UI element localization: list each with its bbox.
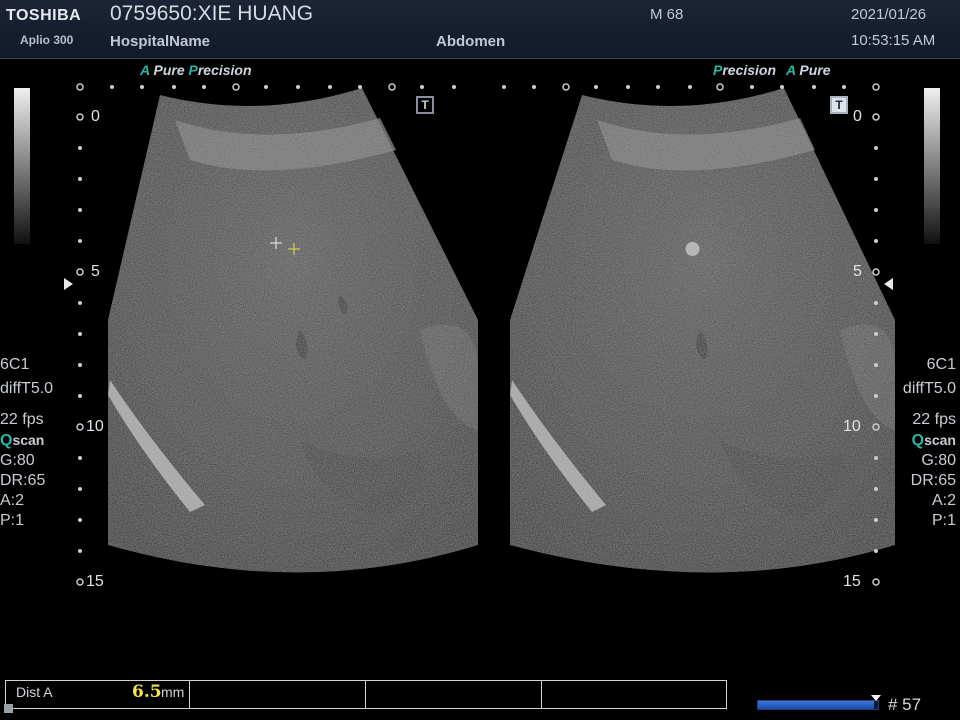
dynamic-range-value: DR:65 [910, 472, 956, 489]
right-depth-5: 5 [853, 263, 862, 280]
measurement-cell-empty [190, 681, 366, 708]
left-depth-15: 15 [86, 573, 104, 590]
right-depth-15: 15 [843, 573, 861, 590]
imaging-mode: diffT5.0 [0, 380, 54, 397]
right-depth-0: 0 [853, 108, 862, 125]
frame-rate: 22 fps [912, 411, 956, 428]
frame-number: # 57 [888, 695, 922, 714]
right-orientation-marker[interactable]: T [830, 96, 848, 114]
cine-position-marker-icon[interactable] [871, 695, 881, 701]
left-orientation-marker[interactable]: T [416, 96, 434, 114]
measurement-cell-empty [366, 681, 542, 708]
ultrasound-image-area [76, 83, 895, 586]
right-ultrasound-frame [510, 88, 895, 573]
measurement-cell-empty [542, 681, 726, 708]
cine-progress-bar[interactable] [757, 700, 879, 710]
right-grayscale-bar [924, 88, 940, 244]
measurement-unit: mm [161, 684, 185, 700]
measurement-label: Dist A [16, 684, 53, 700]
frame-rate: 22 fps [0, 411, 44, 428]
measurement-cell-dist-a[interactable]: Dist A 6.5 mm [6, 681, 190, 708]
left-depth-scale [76, 113, 84, 586]
lateral-scale [76, 83, 880, 91]
dynamic-range-value: DR:65 [0, 472, 46, 489]
right-focus-marker-icon [884, 278, 893, 290]
imaging-mode: diffT5.0 [902, 380, 956, 397]
left-grayscale-bar [14, 88, 30, 244]
probe-name: 6C1 [0, 356, 30, 373]
probe-name: 6C1 [926, 356, 956, 373]
gain-value: G:80 [0, 452, 35, 469]
left-depth-0: 0 [91, 108, 100, 125]
left-depth-10: 10 [86, 418, 104, 435]
left-ultrasound-frame [108, 88, 478, 573]
qscan-label: Qscan [0, 432, 45, 449]
measurement-table: Dist A 6.5 mm [5, 680, 727, 709]
right-feature-label: Precision A Pure [713, 62, 831, 78]
qscan-label: Qscan [911, 432, 956, 449]
left-focus-marker-icon [64, 278, 73, 290]
a-value: A:2 [931, 492, 956, 509]
right-params-panel: 6C1 diffT5.0 22 fps Qscan G:80 DR:65 A:2… [903, 355, 956, 531]
left-feature-label: A Pure Precision [140, 62, 252, 78]
left-depth-5: 5 [91, 263, 100, 280]
p-value: P:1 [0, 512, 25, 529]
status-square [4, 704, 13, 713]
a-value: A:2 [0, 492, 25, 509]
measurement-value: 6.5 [132, 682, 162, 702]
p-value: P:1 [931, 512, 956, 529]
left-params-panel: 6C1 diffT5.0 22 fps Qscan G:80 DR:65 A:2… [0, 355, 53, 531]
gain-value: G:80 [921, 452, 956, 469]
cine-progress-fill [758, 701, 875, 709]
right-depth-10: 10 [843, 418, 861, 435]
